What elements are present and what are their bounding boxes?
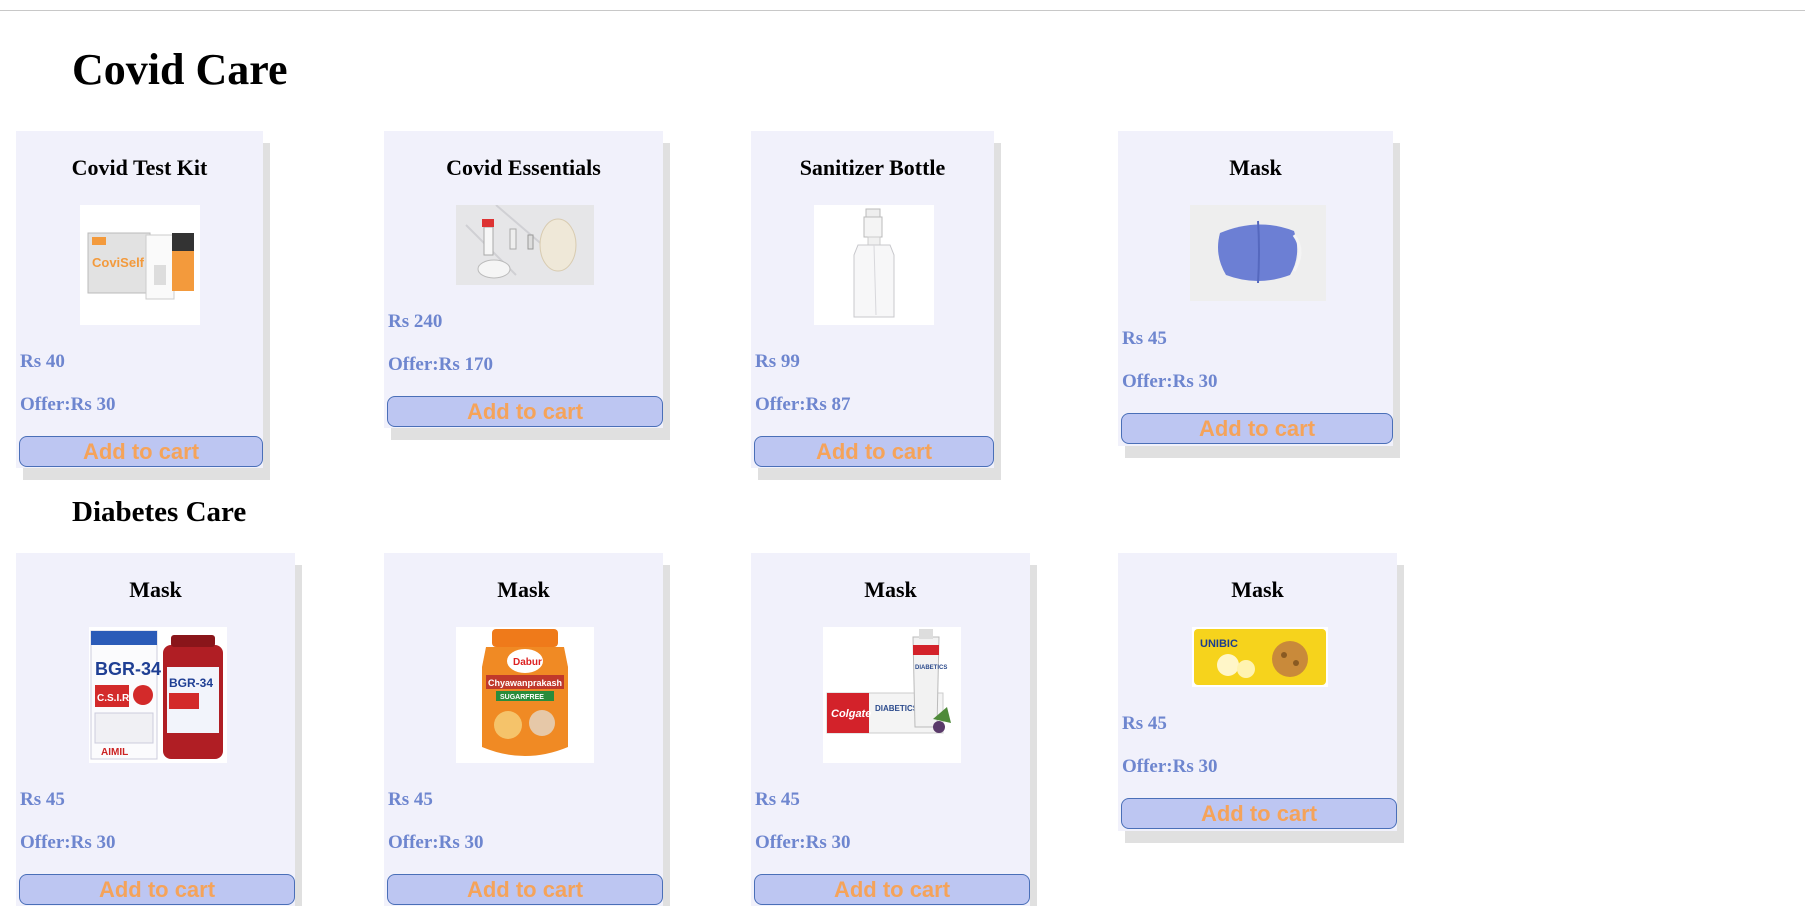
image-text: BGR-34 [95, 659, 161, 679]
image-text: Chyawanprakash [488, 678, 562, 688]
product-card: Covid Essentials Rs 240 Offer:Rs 170 Add… [384, 131, 663, 428]
product-offer-price: Offer:Rs 30 [20, 394, 116, 415]
add-to-cart-button[interactable]: Add to cart [19, 874, 295, 905]
product-card: Covid Test Kit CoviSelf Rs 40 Offer:Rs 3… [16, 131, 263, 468]
add-to-cart-button[interactable]: Add to cart [387, 396, 663, 427]
product-price: Rs 99 [755, 351, 800, 372]
bgr-34-image[interactable]: BGR-34 C.S.I.R AIMIL BGR-34 [89, 627, 227, 763]
image-text: BGR-34 [169, 676, 213, 690]
chyawanprakash-jar-image[interactable]: Dabur Chyawanprakash SUGARFREE [456, 627, 594, 763]
top-divider [0, 10, 1805, 11]
product-offer-price: Offer:Rs 87 [755, 394, 851, 415]
product-offer-price: Offer:Rs 30 [20, 832, 116, 853]
image-text: DIABETICS [915, 665, 947, 671]
product-card: Mask Dabur Chyawanprakash SUGARFREE Rs 4… [384, 553, 663, 906]
image-text: Colgate [831, 708, 871, 720]
product-name: Mask [1229, 155, 1282, 180]
product-name: Mask [497, 577, 550, 602]
add-to-cart-button[interactable]: Add to cart [387, 874, 663, 905]
sanitizer-bottle-image[interactable] [814, 205, 934, 325]
product-offer-price: Offer:Rs 30 [1122, 371, 1218, 392]
product-price: Rs 45 [1122, 713, 1167, 734]
covid-essentials-image[interactable] [456, 205, 594, 285]
unibic-cookies-image[interactable]: UNIBIC [1192, 627, 1328, 687]
section-title-covid-care: Covid Care [72, 45, 288, 94]
add-to-cart-button[interactable]: Add to cart [19, 436, 263, 467]
product-name: Mask [1231, 577, 1284, 602]
product-name: Mask [864, 577, 917, 602]
covid-test-kit-image[interactable]: CoviSelf [80, 205, 200, 325]
product-card: Mask UNIBIC Rs 45 Offer:Rs 30 Add to car… [1118, 553, 1397, 831]
product-offer-price: Offer:Rs 170 [388, 354, 493, 375]
svg-text:CoviSelf: CoviSelf [92, 255, 145, 270]
product-price: Rs 45 [20, 789, 65, 810]
product-name: Covid Essentials [446, 155, 601, 180]
add-to-cart-button[interactable]: Add to cart [1121, 798, 1397, 829]
product-name: Mask [129, 577, 182, 602]
image-text: C.S.I.R [97, 693, 130, 704]
section-title-diabetes-care: Diabetes Care [72, 496, 247, 528]
product-card: Mask BGR-34 C.S.I.R AIMIL BGR-34 Rs 45 O… [16, 553, 295, 906]
product-offer-price: Offer:Rs 30 [388, 832, 484, 853]
product-name: Covid Test Kit [71, 155, 208, 180]
product-price: Rs 40 [20, 351, 65, 372]
image-text: UNIBIC [1200, 638, 1238, 650]
product-offer-price: Offer:Rs 30 [755, 832, 851, 853]
mask-image[interactable] [1190, 205, 1326, 301]
image-text: SUGARFREE [500, 694, 544, 701]
add-to-cart-button[interactable]: Add to cart [754, 436, 994, 467]
product-price: Rs 240 [388, 311, 443, 332]
product-name: Sanitizer Bottle [799, 155, 946, 180]
image-text: Dabur [513, 657, 542, 668]
colgate-diabetes-toothpaste-image[interactable]: Colgate DIABETICS DIABETICS [823, 627, 961, 763]
image-text: DIABETICS [875, 704, 919, 713]
product-card: Sanitizer Bottle Rs 99 Offer:Rs 87 Add t… [751, 131, 994, 468]
product-offer-price: Offer:Rs 30 [1122, 756, 1218, 777]
product-card: Mask Rs 45 Offer:Rs 30 Add to cart [1118, 131, 1393, 446]
product-price: Rs 45 [1122, 328, 1167, 349]
image-text: AIMIL [101, 747, 128, 758]
product-price: Rs 45 [755, 789, 800, 810]
add-to-cart-button[interactable]: Add to cart [754, 874, 1030, 905]
product-card: Mask Colgate DIABETICS DIABETICS Rs 45 O… [751, 553, 1030, 906]
product-price: Rs 45 [388, 789, 433, 810]
add-to-cart-button[interactable]: Add to cart [1121, 413, 1393, 444]
